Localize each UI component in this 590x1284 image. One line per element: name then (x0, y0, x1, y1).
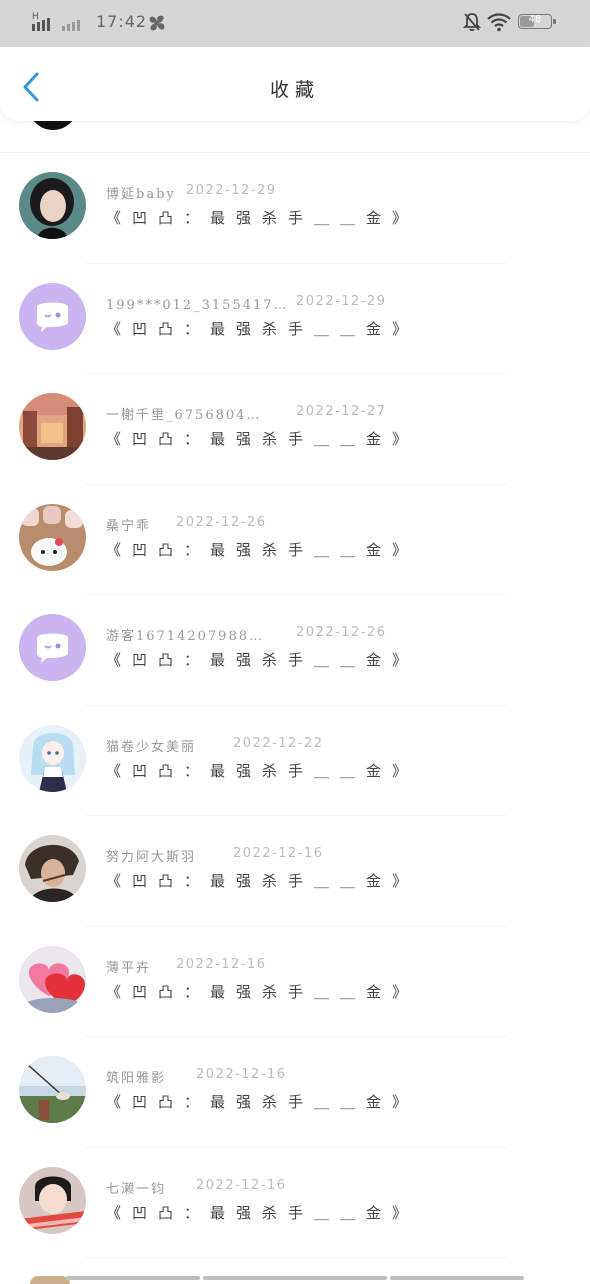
item-title: 《凹凸：最强杀手＿＿金》 (106, 430, 419, 448)
list-item[interactable]: 努力阿大斯羽 2022-12-16 《凹凸：最强杀手＿＿金》 (0, 816, 590, 927)
user-name: 游客16714207988… (106, 629, 264, 644)
item-date: 2022-12-16 (233, 846, 324, 861)
item-meta: 薄平卉 2022-12-16 (106, 957, 265, 977)
user-name: 一榭千里_6756804… (106, 408, 262, 423)
avatar[interactable] (19, 1166, 86, 1234)
signal-icon: H (32, 10, 88, 36)
item-title: 《凹凸：最强杀手＿＿金》 (106, 1203, 419, 1222)
divider (66, 1276, 200, 1280)
mute-bell-icon (462, 12, 482, 36)
divider (390, 1276, 524, 1280)
avatar[interactable] (19, 945, 86, 1013)
item-date: 2022-12-27 (296, 404, 387, 419)
item-meta: 筑阳雅影 2022-12-16 (106, 1067, 285, 1087)
item-date: 2022-12-16 (196, 1177, 287, 1193)
item-meta: 桑宁乖 2022-12-26 (106, 515, 265, 535)
item-meta: 一榭千里_6756804… 2022-12-27 (106, 404, 385, 424)
item-meta: 猫卷少女美丽 2022-12-22 (106, 736, 322, 756)
list-item[interactable]: 桑宁乖 2022-12-26 《凹凸：最强杀手＿＿金》 (0, 485, 590, 595)
avatar[interactable] (19, 1056, 86, 1123)
list-item[interactable]: 博延baby 2022-12-29 《凹凸：最强杀手＿＿金》 (0, 153, 590, 264)
list-item[interactable]: 一榭千里_6756804… 2022-12-27 《凹凸：最强杀手＿＿金》 (0, 374, 590, 485)
list-item[interactable]: 薄平卉 2022-12-16 《凹凸：最强杀手＿＿金》 (0, 927, 590, 1037)
list-item[interactable]: 199***012_3155417… 2022-12-29 《凹凸：最强杀手＿＿… (0, 264, 590, 374)
user-name: 薄平卉 (106, 960, 152, 976)
item-date: 2022-12-16 (176, 956, 267, 972)
item-title: 《凹凸：最强杀手＿＿金》 (106, 209, 419, 227)
fan-icon (146, 12, 168, 38)
user-name: 努力阿大斯羽 (106, 850, 197, 865)
list-item[interactable]: 猫卷少女美丽 2022-12-22 《凹凸：最强杀手＿＿金》 (0, 706, 590, 816)
item-title: 《凹凸：最强杀手＿＿金》 (106, 872, 419, 890)
list-item[interactable]: 筑阳雅影 2022-12-16 《凹凸：最强杀手＿＿金》 (0, 1037, 590, 1148)
item-title: 《凹凸：最强杀手＿＿金》 (106, 982, 419, 1001)
item-date: 2022-12-22 (233, 735, 324, 751)
item-title: 《凹凸：最强杀手＿＿金》 (106, 319, 419, 338)
status-bar: H 17:42 48 (0, 0, 590, 47)
item-meta: 博延baby 2022-12-29 (106, 183, 275, 203)
avatar[interactable] (19, 172, 86, 239)
item-title: 《凹凸：最强杀手＿＿金》 (106, 1093, 419, 1111)
favorites-list: 博延baby 2022-12-29 《凹凸：最强杀手＿＿金》 199***012… (0, 153, 590, 1258)
list-bottom-edge (0, 1270, 590, 1284)
item-date: 2022-12-16 (196, 1067, 287, 1082)
user-name: 筑阳雅影 (106, 1071, 167, 1086)
item-title: 《凹凸：最强杀手＿＿金》 (106, 540, 419, 559)
divider (203, 1276, 387, 1280)
user-name: 桑宁乖 (106, 518, 152, 534)
status-time: 17:42 (96, 12, 148, 31)
item-meta: 游客16714207988… 2022-12-26 (106, 625, 385, 645)
divider (86, 1257, 506, 1258)
item-date: 2022-12-26 (296, 625, 387, 640)
item-date: 2022-12-29 (296, 293, 387, 309)
user-name: 猫卷少女美丽 (106, 739, 197, 755)
user-name: 七濑一钧 (106, 1181, 167, 1197)
list-item[interactable]: 七濑一钧 2022-12-16 《凹凸：最强杀手＿＿金》 (0, 1148, 590, 1258)
battery-icon: 48 (518, 14, 556, 29)
list-item[interactable]: 游客16714207988… 2022-12-26 《凹凸：最强杀手＿＿金》 (0, 595, 590, 706)
avatar[interactable] (19, 835, 86, 902)
item-meta: 七濑一钧 2022-12-16 (106, 1178, 285, 1198)
user-name: 199***012_3155417… (106, 297, 289, 313)
network-type-label: H (32, 12, 39, 22)
avatar[interactable] (19, 503, 86, 571)
battery-level-text: 48 (528, 14, 542, 25)
item-title: 《凹凸：最强杀手＿＿金》 (106, 651, 419, 669)
item-title: 《凹凸：最强杀手＿＿金》 (106, 761, 419, 780)
wifi-icon (486, 11, 512, 37)
item-date: 2022-12-29 (186, 183, 277, 198)
user-name: 博延baby (106, 187, 176, 202)
avatar[interactable] (19, 282, 86, 350)
item-date: 2022-12-26 (176, 514, 267, 530)
page-title: 收藏 (269, 79, 320, 101)
item-meta: 努力阿大斯羽 2022-12-16 (106, 846, 322, 866)
avatar-partial (30, 1276, 70, 1284)
avatar[interactable] (19, 614, 86, 681)
item-meta: 199***012_3155417… 2022-12-29 (106, 294, 385, 314)
avatar[interactable] (19, 393, 86, 460)
avatar[interactable] (19, 724, 86, 792)
header-bar: 收藏 (0, 47, 590, 121)
